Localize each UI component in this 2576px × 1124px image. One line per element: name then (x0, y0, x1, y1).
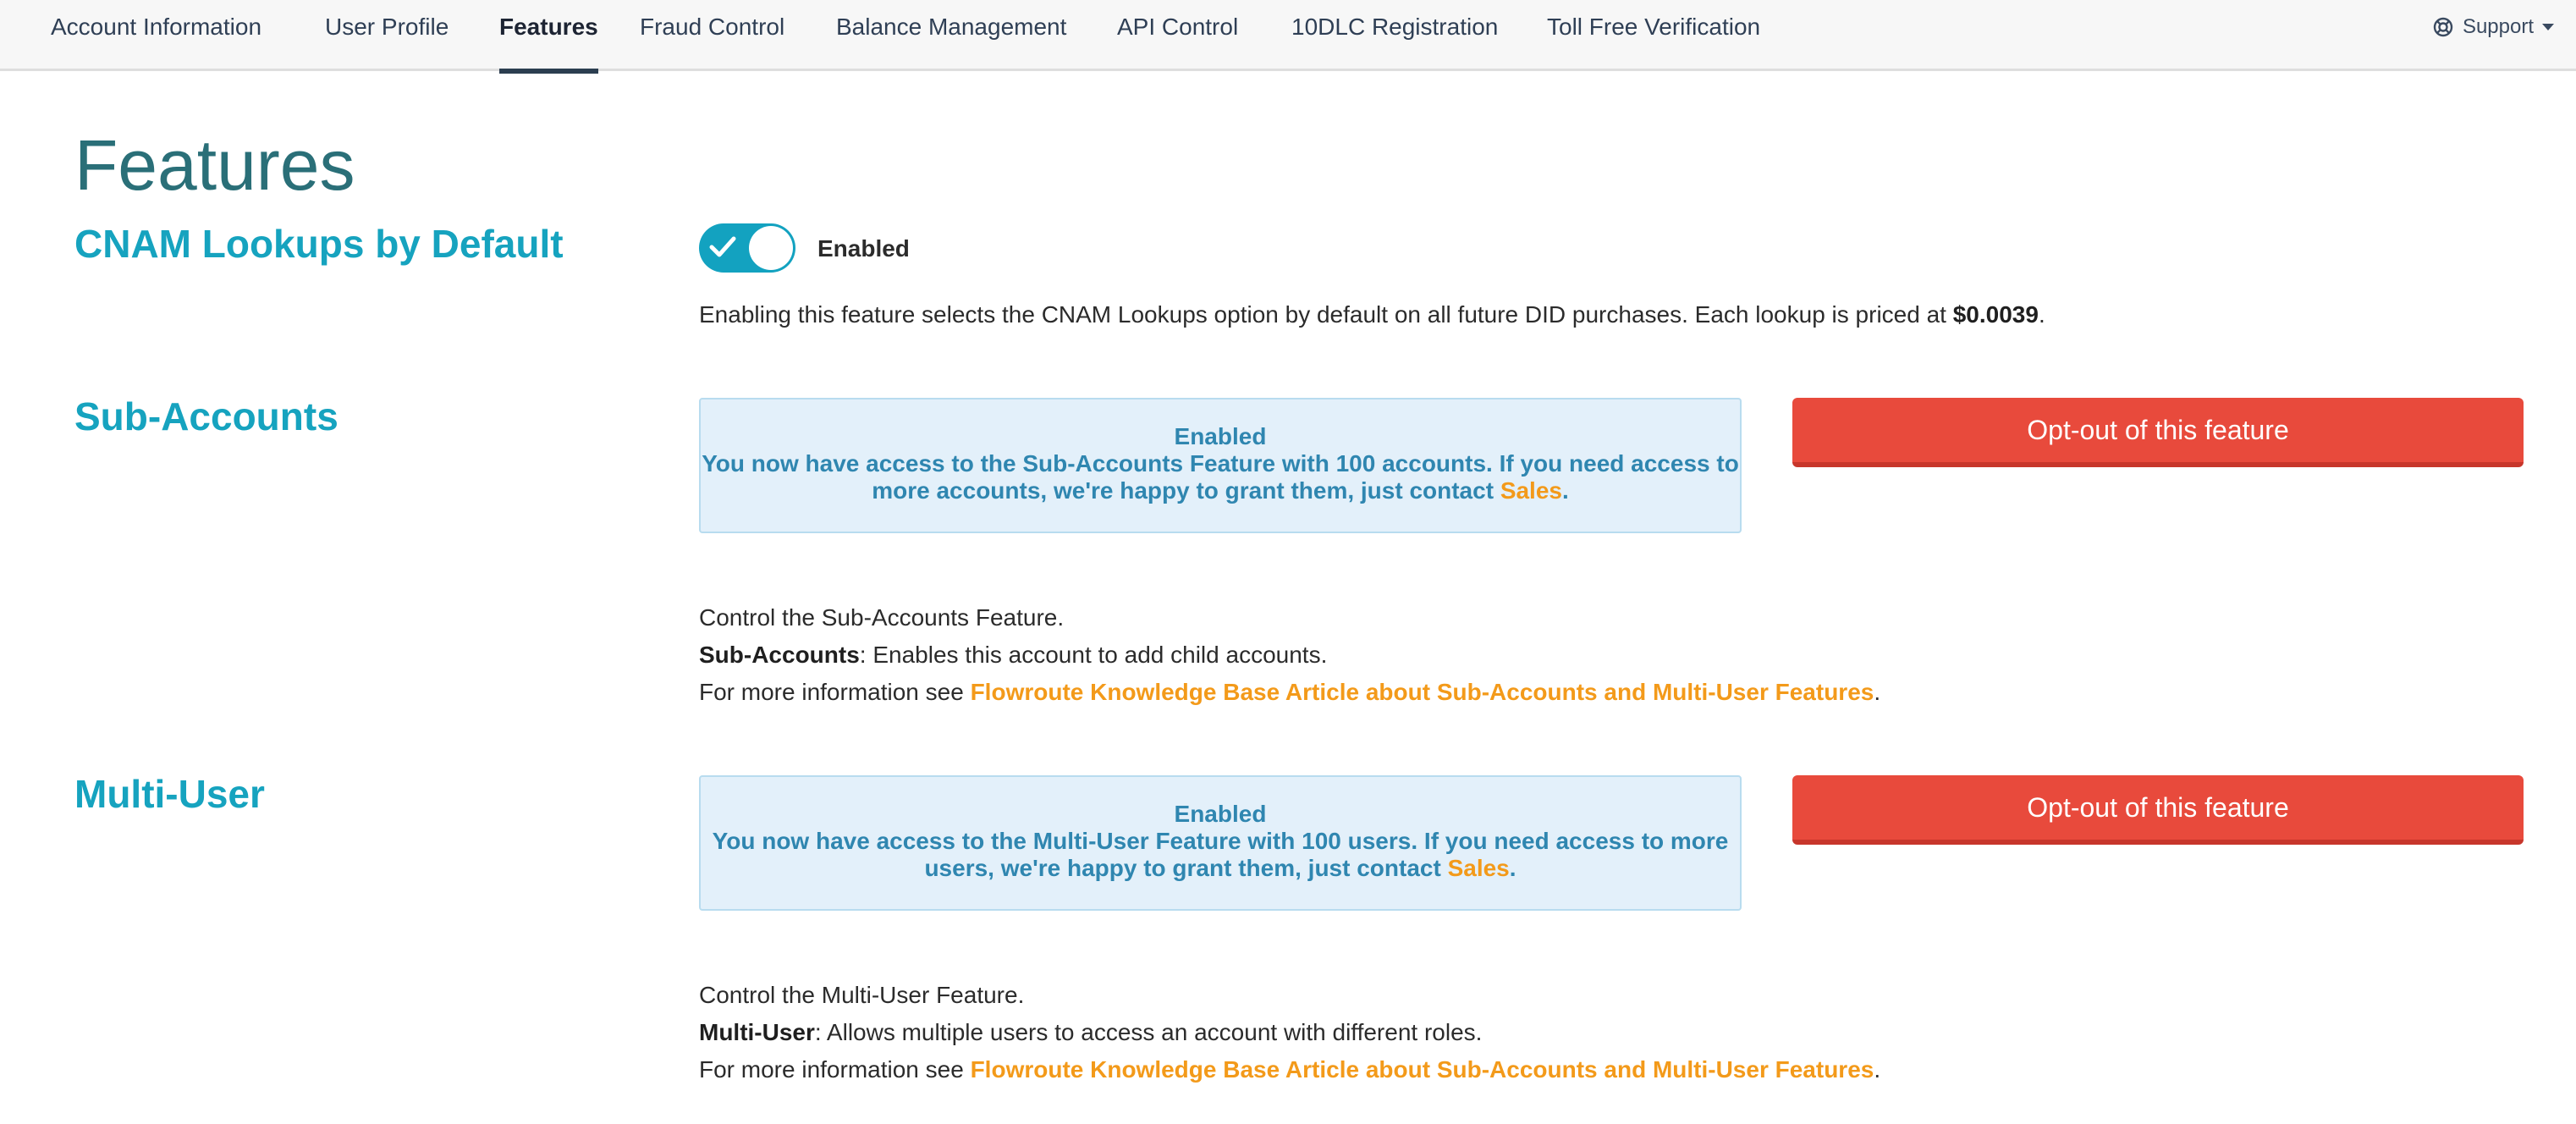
lifebuoy-icon (2433, 15, 2463, 38)
cnam-description-text: Enabling this feature selects the CNAM L… (699, 301, 1953, 328)
subaccounts-feature-desc: : Enables this account to add child acco… (859, 642, 1328, 668)
cnam-toggle[interactable] (699, 223, 795, 273)
subaccounts-feature-name: Sub-Accounts (699, 642, 860, 668)
subaccounts-status-line1: You now have access to the Sub-Accounts … (702, 450, 1739, 477)
subaccounts-status-title: Enabled (1174, 423, 1267, 449)
tab-user-profile[interactable]: User Profile (325, 0, 449, 71)
multiuser-optout-button[interactable]: Opt-out of this feature (1792, 775, 2524, 845)
multiuser-more-info-text: For more information see (699, 1056, 971, 1083)
multiuser-feature-description: Multi-User: Allows multiple users to acc… (699, 1014, 1482, 1051)
subaccounts-status-end: . (1561, 477, 1569, 504)
multiuser-section-title: Multi-User (74, 772, 265, 816)
tab-api-control[interactable]: API Control (1117, 0, 1238, 71)
multiuser-status-line1: You now have access to the Multi-User Fe… (712, 828, 1729, 854)
tab-balance-management[interactable]: Balance Management (836, 0, 1066, 71)
subaccounts-sales-link[interactable]: Sales (1500, 477, 1562, 504)
subaccounts-kb-link[interactable]: Flowroute Knowledge Base Article about S… (971, 679, 1874, 705)
check-icon (709, 236, 736, 257)
tab-fraud-control[interactable]: Fraud Control (640, 0, 784, 71)
subaccounts-feature-description: Sub-Accounts: Enables this account to ad… (699, 636, 1327, 674)
page-title: Features (74, 125, 355, 205)
cnam-section-title: CNAM Lookups by Default (74, 222, 564, 266)
tab-toll-free-verification[interactable]: Toll Free Verification (1547, 0, 1760, 71)
subaccounts-section-title: Sub-Accounts (74, 394, 339, 438)
subaccounts-more-info-text: For more information see (699, 679, 971, 705)
subaccounts-more-info-end: . (1874, 679, 1881, 705)
support-menu[interactable]: Support (2433, 0, 2554, 54)
multiuser-feature-desc: : Allows multiple users to access an acc… (814, 1019, 1483, 1045)
cnam-toggle-label: Enabled (817, 235, 910, 262)
multiuser-feature-name: Multi-User (699, 1019, 815, 1045)
toggle-knob (749, 226, 793, 270)
support-label: Support (2462, 15, 2534, 38)
multiuser-status-line2: users, we're happy to grant them, just c… (924, 855, 1448, 881)
cnam-description: Enabling this feature selects the CNAM L… (699, 296, 2045, 333)
subaccounts-status-line2: more accounts, we're happy to grant them… (872, 477, 1500, 504)
subaccounts-control-text: Control the Sub-Accounts Feature. (699, 604, 1065, 631)
chevron-down-icon (2542, 24, 2554, 30)
tab-10dlc-registration[interactable]: 10DLC Registration (1291, 0, 1498, 71)
subaccounts-optout-button[interactable]: Opt-out of this feature (1792, 398, 2524, 467)
cnam-price: $0.0039 (1952, 301, 2039, 328)
cnam-description-period: . (2038, 301, 2045, 328)
multiuser-status-title: Enabled (1174, 801, 1267, 827)
multiuser-kb-link[interactable]: Flowroute Knowledge Base Article about S… (971, 1056, 1874, 1083)
subaccounts-status-box: Enabled You now have access to the Sub-A… (699, 398, 1742, 533)
multiuser-status-end: . (1509, 855, 1516, 881)
multiuser-status-box: Enabled You now have access to the Multi… (699, 775, 1742, 911)
multiuser-more-info-end: . (1874, 1056, 1881, 1083)
tab-features[interactable]: Features (499, 0, 598, 74)
tab-account-information[interactable]: Account Information (51, 0, 261, 71)
top-navigation: Account Information User Profile Feature… (0, 0, 2576, 74)
subaccounts-more-info: For more information see Flowroute Knowl… (699, 674, 1880, 711)
multiuser-sales-link[interactable]: Sales (1448, 855, 1510, 881)
multiuser-control-text: Control the Multi-User Feature. (699, 982, 1025, 1008)
multiuser-more-info: For more information see Flowroute Knowl… (699, 1051, 1880, 1088)
